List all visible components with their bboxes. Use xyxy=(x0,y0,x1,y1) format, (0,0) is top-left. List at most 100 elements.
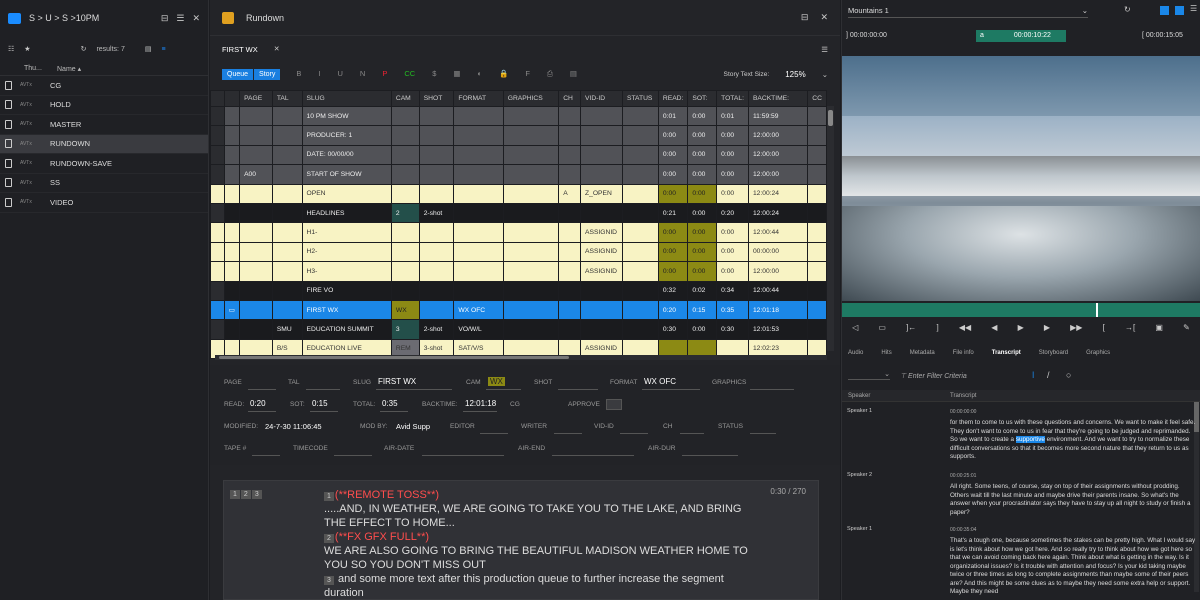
table-row[interactable]: H1- ASSIGNID 0:00 0:00 0:00 12:00:44 xyxy=(210,222,827,243)
star-icon[interactable]: ★ xyxy=(24,45,30,53)
format-tool[interactable]: F xyxy=(525,69,530,79)
col-header[interactable]: PAGE xyxy=(239,90,273,107)
table-cell[interactable] xyxy=(223,183,241,204)
table-cell[interactable]: 0:00 xyxy=(716,261,749,282)
table-cell[interactable] xyxy=(453,280,504,301)
table-cell[interactable] xyxy=(239,125,273,146)
transcript-text[interactable]: All right. Some teens, of course, stay o… xyxy=(950,483,1196,517)
table-cell[interactable] xyxy=(390,144,420,166)
table-cell[interactable] xyxy=(223,319,241,340)
table-cell[interactable] xyxy=(210,164,225,185)
col-header[interactable] xyxy=(210,90,225,107)
table-cell[interactable] xyxy=(558,261,582,282)
list-view-icon[interactable]: ≡ xyxy=(161,46,165,53)
table-cell[interactable] xyxy=(502,125,560,146)
edit-icon[interactable]: / xyxy=(1047,370,1050,380)
table-cell[interactable] xyxy=(558,164,582,185)
table-cell[interactable]: 0:00 xyxy=(687,183,718,204)
table-cell[interactable] xyxy=(453,164,504,185)
in-icon[interactable]: ]← xyxy=(906,323,916,332)
close-icon[interactable]: ✕ xyxy=(192,13,200,24)
tab-graphics[interactable]: Graphics xyxy=(1086,350,1110,362)
table-cell[interactable]: 0:34 xyxy=(716,280,749,301)
table-cell[interactable] xyxy=(622,261,659,282)
approve-checkbox[interactable] xyxy=(606,399,622,410)
table-cell[interactable] xyxy=(558,319,582,340)
table-cell[interactable]: 0:20 xyxy=(716,202,749,224)
table-cell[interactable]: VO/W/L xyxy=(453,319,504,340)
format-tool[interactable]: ◐ xyxy=(477,69,482,79)
list-item[interactable]: AVTx SS xyxy=(0,174,208,193)
table-cell[interactable] xyxy=(239,299,273,321)
table-cell[interactable] xyxy=(418,183,455,204)
table-cell[interactable] xyxy=(580,164,623,185)
table-cell[interactable] xyxy=(239,144,273,166)
table-cell[interactable]: 0:30 xyxy=(716,319,749,340)
col-header[interactable]: VID-ID xyxy=(580,90,623,107)
table-cell[interactable] xyxy=(502,261,560,282)
format-tool[interactable]: 🔒 xyxy=(499,69,508,79)
grid-view-icon[interactable]: ▤ xyxy=(145,45,152,53)
table-cell[interactable]: 0:30 xyxy=(657,319,689,340)
sot-field[interactable]: 0:15 xyxy=(312,399,328,408)
table-row[interactable]: PRODUCER: 1 0:00 0:00 0:00 12:00:00 xyxy=(210,125,827,146)
table-cell[interactable] xyxy=(502,164,560,185)
col-header[interactable]: SLUG xyxy=(301,90,392,107)
table-cell[interactable] xyxy=(210,280,225,301)
tab-transcript[interactable]: Transcript xyxy=(992,350,1021,362)
table-row[interactable]: FIRE VO 0:32 0:02 0:34 12:00:44 xyxy=(210,280,827,301)
table-cell[interactable] xyxy=(223,222,241,243)
list-item[interactable]: AVTx RUNDOWN-SAVE xyxy=(0,154,208,174)
table-cell[interactable] xyxy=(453,261,504,282)
loop-icon[interactable]: ▣ xyxy=(1155,323,1163,332)
grid-scrollbar[interactable] xyxy=(827,106,834,351)
table-cell[interactable] xyxy=(210,202,225,224)
table-cell[interactable]: 0:35 xyxy=(716,299,749,321)
table-cell[interactable]: A00 xyxy=(239,164,273,185)
table-cell[interactable] xyxy=(223,241,241,263)
script-tab-1[interactable]: 1 xyxy=(230,490,240,499)
table-cell[interactable] xyxy=(453,125,504,146)
table-cell[interactable] xyxy=(271,144,303,166)
table-cell[interactable] xyxy=(622,299,659,321)
table-cell[interactable] xyxy=(271,261,303,282)
table-cell[interactable]: 0:02 xyxy=(687,280,718,301)
table-cell[interactable]: 0:00 xyxy=(716,125,749,146)
table-row[interactable]: SMU EDUCATION SUMMIT 3 2-shot VO/W/L 0:30 0:00… xyxy=(210,319,827,340)
col-header[interactable]: GRAPHICS xyxy=(502,90,560,107)
table-cell[interactable]: 0:00 xyxy=(657,261,689,282)
table-cell[interactable] xyxy=(502,144,560,166)
table-cell[interactable] xyxy=(502,241,560,263)
table-cell[interactable]: 0:00 xyxy=(687,144,718,166)
table-cell[interactable] xyxy=(622,183,659,204)
table-cell[interactable] xyxy=(271,202,303,224)
format-tool[interactable]: CC xyxy=(404,69,415,79)
table-cell[interactable] xyxy=(418,261,455,282)
table-cell[interactable] xyxy=(453,222,504,243)
table-cell[interactable]: DATE: 00/00/00 xyxy=(301,144,392,166)
table-cell[interactable]: 0:00 xyxy=(657,222,689,243)
table-cell[interactable] xyxy=(558,144,582,166)
table-cell[interactable] xyxy=(223,105,241,127)
table-cell[interactable] xyxy=(390,105,420,127)
table-cell[interactable] xyxy=(622,280,659,301)
table-cell[interactable] xyxy=(622,105,659,127)
table-cell[interactable] xyxy=(271,299,303,321)
options-icon[interactable]: ○ xyxy=(1066,370,1071,380)
transcript-text[interactable]: for them to come to us with these questi… xyxy=(950,419,1196,462)
total-field[interactable]: 0:35 xyxy=(382,399,398,408)
script-editor[interactable]: 123 0:30 / 270 1 (**REMOTE TOSS**) .....A… xyxy=(223,480,819,600)
panel-icon[interactable]: ⊟ xyxy=(161,13,169,24)
refresh-icon[interactable]: ↻ xyxy=(81,45,87,53)
transcript-text[interactable]: That's a tough one, because sometimes th… xyxy=(950,537,1196,597)
table-cell[interactable] xyxy=(807,261,827,282)
col-header[interactable]: TAL xyxy=(271,90,303,107)
list-item[interactable]: AVTx CG xyxy=(0,76,208,96)
table-row[interactable]: H2- ASSIGNID 0:00 0:00 0:00 00:00:00 xyxy=(210,241,827,263)
table-cell[interactable] xyxy=(239,319,273,340)
out-icon[interactable]: ] xyxy=(936,323,938,332)
play-icon[interactable]: ▶ xyxy=(1018,323,1024,332)
cam-field[interactable]: WX xyxy=(488,377,505,386)
table-cell[interactable]: 0:00 xyxy=(657,144,689,166)
tab-audio[interactable]: Audio xyxy=(848,350,863,362)
